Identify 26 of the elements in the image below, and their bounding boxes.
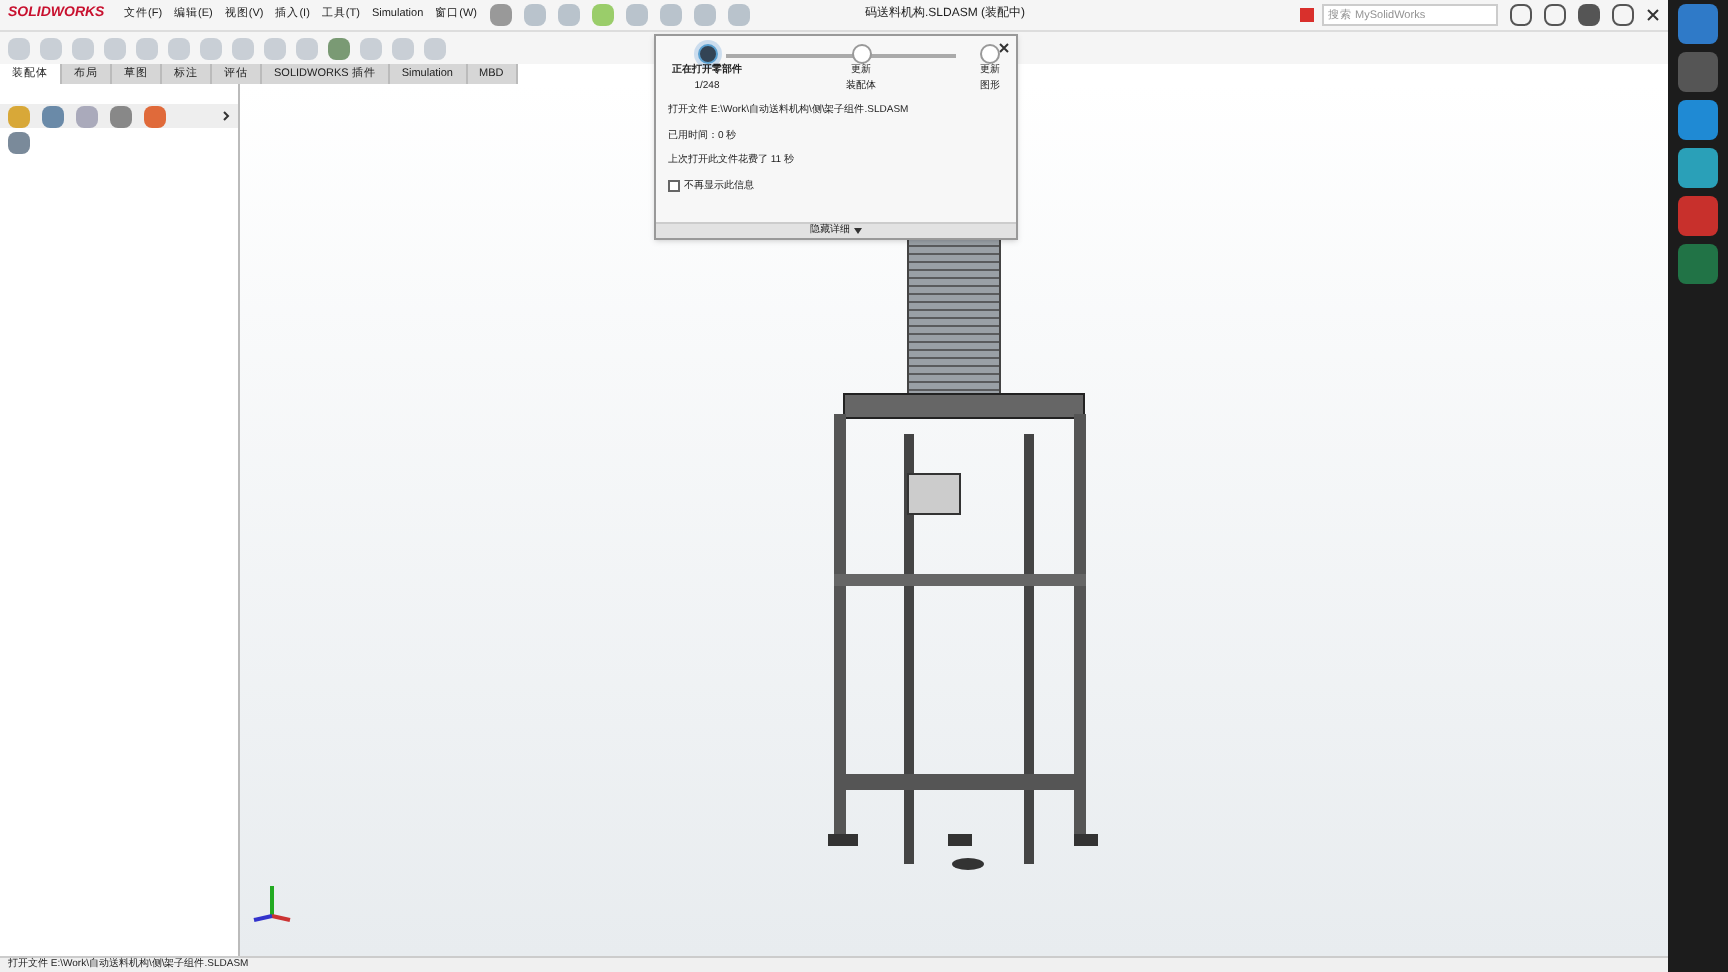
toolbar-icon[interactable] — [136, 37, 158, 59]
close-icon[interactable] — [998, 42, 1010, 54]
axis-triad-icon — [250, 880, 294, 924]
toolbar-icon[interactable] — [360, 37, 382, 59]
toolbar-icon[interactable] — [40, 37, 62, 59]
toolbar-icon[interactable] — [104, 37, 126, 59]
taskbar-app-icon[interactable] — [1678, 196, 1718, 236]
toolbar-icon[interactable] — [264, 37, 286, 59]
toolbar-icon[interactable] — [296, 37, 318, 59]
toolbar-icon[interactable] — [72, 37, 94, 59]
taskbar-app-icon[interactable] — [1678, 100, 1718, 140]
taskbar-app-icon[interactable] — [1678, 52, 1718, 92]
chevron-icon[interactable] — [222, 110, 230, 122]
toolbar-icon[interactable] — [328, 37, 350, 59]
toolbar-icon[interactable] — [200, 37, 222, 59]
toolbar-icon[interactable] — [424, 37, 446, 59]
taskbar-app-icon[interactable] — [1678, 244, 1718, 284]
toolbar-icon[interactable] — [392, 37, 414, 59]
close-icon[interactable] — [1646, 8, 1660, 22]
toolbar-icon[interactable] — [168, 37, 190, 59]
checkbox[interactable] — [668, 180, 680, 193]
taskbar-app-icon[interactable] — [1678, 4, 1718, 44]
caret-icon — [854, 228, 862, 234]
toolbar-icon[interactable] — [8, 37, 30, 59]
taskbar-app-icon[interactable] — [1678, 148, 1718, 188]
toolbar-icon[interactable] — [232, 37, 254, 59]
